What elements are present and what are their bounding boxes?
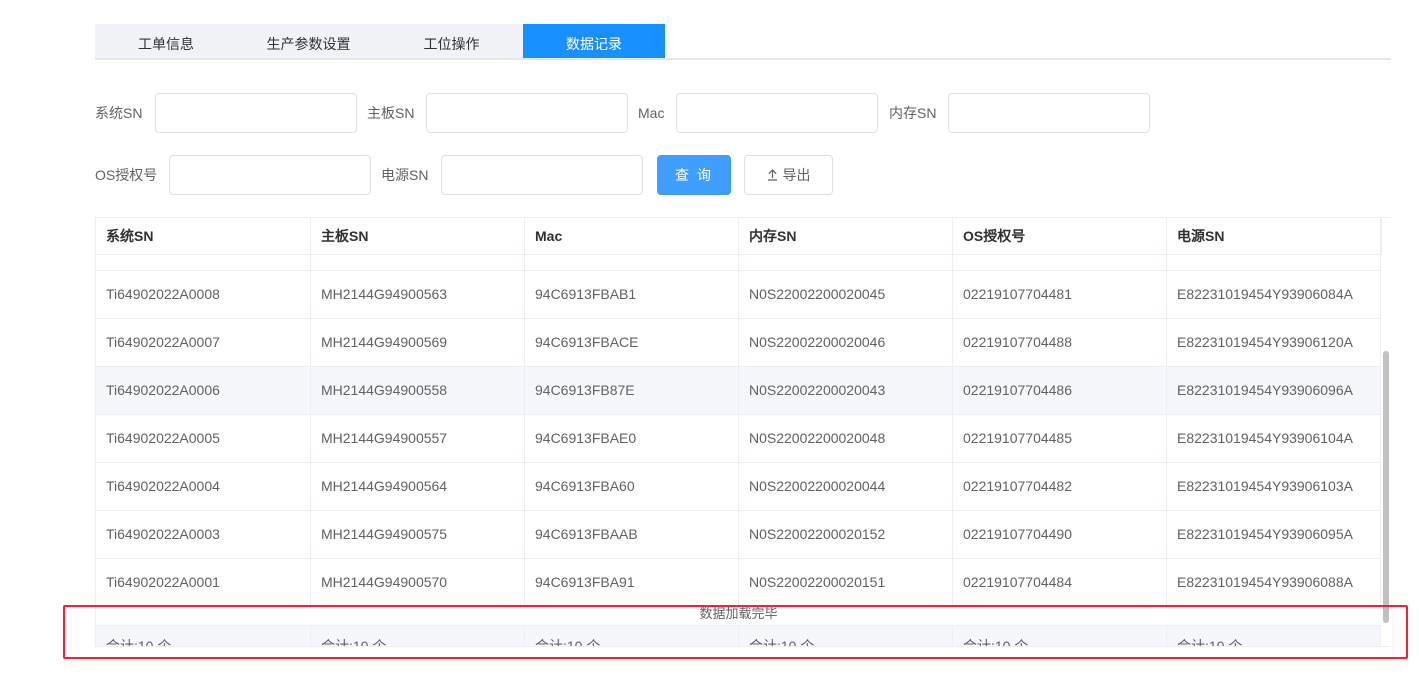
column-header-memory-sn[interactable]: 内存SN bbox=[739, 218, 953, 254]
mac-cell: 94C6913FBA60 bbox=[525, 463, 739, 510]
table-cell bbox=[953, 255, 1167, 270]
memory-sn-cell: N0S22002200020048 bbox=[739, 415, 953, 462]
column-header-mac[interactable]: Mac bbox=[525, 218, 739, 254]
power-sn-label: 电源SN bbox=[381, 167, 429, 183]
board-sn-cell: MH2144G94900570 bbox=[311, 559, 525, 606]
column-header-power-sn[interactable]: 电源SN bbox=[1167, 218, 1381, 254]
os-auth-label: OS授权号 bbox=[95, 167, 158, 183]
mac-cell: 94C6913FBA91 bbox=[525, 559, 739, 606]
os-auth-cell: 02219107704482 bbox=[953, 463, 1167, 510]
system-sn-cell: Ti64902022A0003 bbox=[96, 511, 311, 558]
board-sn-input[interactable] bbox=[426, 93, 628, 133]
system-sn-cell: Ti64902022A0008 bbox=[96, 271, 311, 318]
table-row[interactable]: Ti64902022A0007 MH2144G94900569 94C6913FBA… bbox=[96, 319, 1381, 367]
system-sn-input[interactable] bbox=[155, 93, 357, 133]
table-header: 系统SN 主板SN Mac 内存SN OS授权号 电源SN bbox=[96, 218, 1381, 255]
upload-arrow-icon bbox=[767, 169, 777, 181]
column-header-os-auth[interactable]: OS授权号 bbox=[953, 218, 1167, 254]
memory-sn-cell: N0S22002200020045 bbox=[739, 271, 953, 318]
table-row-partial bbox=[96, 255, 1381, 271]
power-sn-input[interactable] bbox=[441, 155, 643, 195]
table-row[interactable]: Ti64902022A0004 MH2144G94900564 94C6913FBA… bbox=[96, 463, 1381, 511]
os-auth-cell: 02219107704490 bbox=[953, 511, 1167, 558]
summary-cell: 合计:10 个 bbox=[525, 626, 739, 646]
power-sn-cell: E82231019454Y93906103A bbox=[1167, 463, 1381, 510]
summary-cell: 合计:10 个 bbox=[953, 626, 1167, 646]
table-summary-row: 合计:10 个 合计:10 个 合计:10 个 合计:10 个 合计:10 个 … bbox=[96, 625, 1381, 646]
summary-cell: 合计:10 个 bbox=[96, 626, 311, 646]
export-button-label: 导出 bbox=[782, 167, 811, 183]
system-sn-cell: Ti64902022A0006 bbox=[96, 367, 311, 414]
query-button-label: 查 询 bbox=[675, 167, 713, 183]
export-button[interactable]: 导出 bbox=[744, 155, 833, 195]
system-sn-label: 系统SN bbox=[95, 105, 143, 121]
memory-sn-cell: N0S22002200020043 bbox=[739, 367, 953, 414]
power-sn-cell: E82231019454Y93906088A bbox=[1167, 559, 1381, 606]
table-body: Ti64902022A0008 MH2144G94900563 94C6913FBA… bbox=[96, 255, 1381, 625]
board-sn-cell: MH2144G94900563 bbox=[311, 271, 525, 318]
board-sn-cell: MH2144G94900558 bbox=[311, 367, 525, 414]
tab-production-params[interactable]: 生产参数设置 bbox=[237, 24, 380, 58]
memory-sn-label: 内存SN bbox=[889, 105, 937, 121]
load-complete-text: 数据加载完毕 bbox=[699, 606, 778, 621]
os-auth-cell: 02219107704488 bbox=[953, 319, 1167, 366]
os-auth-cell: 02219107704486 bbox=[953, 367, 1167, 414]
power-sn-cell: E82231019454Y93906120A bbox=[1167, 319, 1381, 366]
summary-cell: 合计:10 个 bbox=[1167, 626, 1381, 646]
table-row[interactable]: Ti64902022A0001 MH2144G94900570 94C6913FBA… bbox=[96, 559, 1381, 607]
system-sn-cell: Ti64902022A0001 bbox=[96, 559, 311, 606]
table-cell bbox=[96, 255, 311, 270]
tab-data-records[interactable]: 数据记录 bbox=[523, 24, 665, 58]
tab-station-operation[interactable]: 工位操作 bbox=[380, 24, 523, 58]
table-row[interactable]: Ti64902022A0008 MH2144G94900563 94C6913FBA… bbox=[96, 271, 1381, 319]
mac-cell: 94C6913FBACE bbox=[525, 319, 739, 366]
memory-sn-cell: N0S22002200020044 bbox=[739, 463, 953, 510]
tab-work-order-info[interactable]: 工单信息 bbox=[95, 24, 237, 58]
table-row[interactable]: Ti64902022A0003 MH2144G94900575 94C6913FBA… bbox=[96, 511, 1381, 559]
os-auth-cell: 02219107704485 bbox=[953, 415, 1167, 462]
query-button[interactable]: 查 询 bbox=[657, 155, 731, 195]
power-sn-cell: E82231019454Y93906096A bbox=[1167, 367, 1381, 414]
header-gutter bbox=[1381, 218, 1390, 254]
power-sn-cell: E82231019454Y93906095A bbox=[1167, 511, 1381, 558]
mac-cell: 94C6913FB87E bbox=[525, 367, 739, 414]
mac-cell: 94C6913FBAB1 bbox=[525, 271, 739, 318]
system-sn-cell: Ti64902022A0007 bbox=[96, 319, 311, 366]
power-sn-cell: E82231019454Y93906084A bbox=[1167, 271, 1381, 318]
scrollbar-thumb[interactable] bbox=[1383, 351, 1389, 623]
mac-input[interactable] bbox=[676, 93, 878, 133]
board-sn-cell: MH2144G94900569 bbox=[311, 319, 525, 366]
memory-sn-cell: N0S22002200020151 bbox=[739, 559, 953, 606]
board-sn-cell: MH2144G94900575 bbox=[311, 511, 525, 558]
column-header-system-sn[interactable]: 系统SN bbox=[96, 218, 311, 254]
power-sn-cell: E82231019454Y93906104A bbox=[1167, 415, 1381, 462]
mac-cell: 94C6913FBAE0 bbox=[525, 415, 739, 462]
summary-cell: 合计:10 个 bbox=[311, 626, 525, 646]
os-auth-cell: 02219107704481 bbox=[953, 271, 1167, 318]
table-row[interactable]: Ti64902022A0006 MH2144G94900558 94C6913FB8… bbox=[96, 367, 1381, 415]
column-header-board-sn[interactable]: 主板SN bbox=[311, 218, 525, 254]
summary-cell: 合计:10 个 bbox=[739, 626, 953, 646]
os-auth-cell: 02219107704484 bbox=[953, 559, 1167, 606]
system-sn-cell: Ti64902022A0005 bbox=[96, 415, 311, 462]
board-sn-label: 主板SN bbox=[367, 105, 415, 121]
table-cell bbox=[311, 255, 525, 270]
data-table: 系统SN 主板SN Mac 内存SN OS授权号 电源SN Ti64902022… bbox=[95, 217, 1390, 647]
system-sn-cell: Ti64902022A0004 bbox=[96, 463, 311, 510]
table-cell bbox=[525, 255, 739, 270]
os-auth-input[interactable] bbox=[169, 155, 371, 195]
tab-bar: 工单信息 生产参数设置 工位操作 数据记录 bbox=[95, 24, 1391, 60]
memory-sn-cell: N0S22002200020046 bbox=[739, 319, 953, 366]
table-cell bbox=[739, 255, 953, 270]
memory-sn-input[interactable] bbox=[948, 93, 1150, 133]
board-sn-cell: MH2144G94900564 bbox=[311, 463, 525, 510]
memory-sn-cell: N0S22002200020152 bbox=[739, 511, 953, 558]
mac-label: Mac bbox=[638, 105, 665, 121]
mac-cell: 94C6913FBAAB bbox=[525, 511, 739, 558]
board-sn-cell: MH2144G94900557 bbox=[311, 415, 525, 462]
table-cell bbox=[1167, 255, 1381, 270]
table-row[interactable]: Ti64902022A0005 MH2144G94900557 94C6913FBA… bbox=[96, 415, 1381, 463]
